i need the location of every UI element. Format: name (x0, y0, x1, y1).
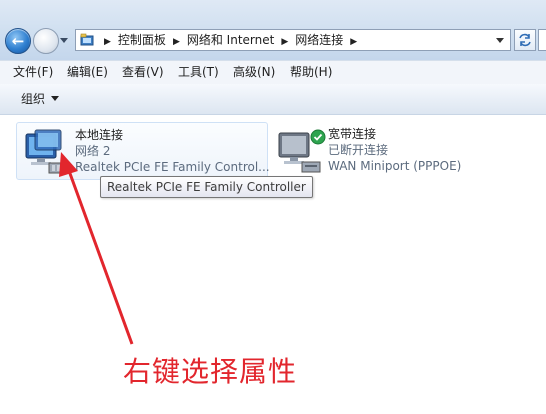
annotation-text: 右键选择属性 (123, 355, 298, 388)
